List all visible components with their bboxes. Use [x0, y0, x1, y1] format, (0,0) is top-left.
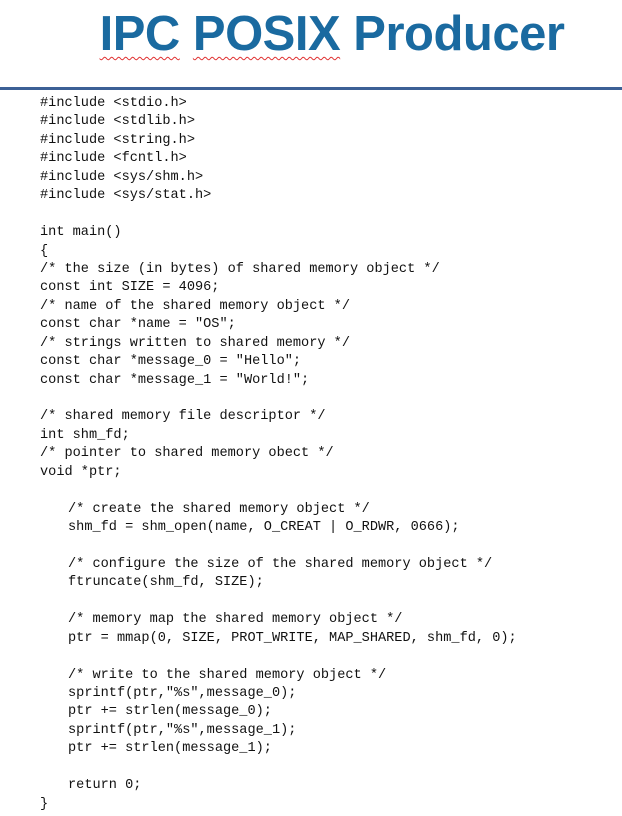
title-word-producer: Producer	[353, 7, 565, 61]
code-line: /* create the shared memory object */	[68, 501, 370, 517]
code-line: #include <fcntl.h>	[40, 151, 187, 167]
code-line: /* pointer to shared memory obect */	[40, 446, 334, 462]
code-line: /* shared memory file descriptor */	[40, 409, 326, 425]
code-line: }	[40, 796, 49, 812]
code-line: const char *name = "OS";	[40, 317, 236, 333]
code-line: #include <sys/shm.h>	[40, 169, 204, 185]
code-line: return 0;	[68, 778, 142, 794]
code-line: ptr = mmap(0, SIZE, PROT_WRITE, MAP_SHAR…	[68, 630, 517, 646]
code-line: ftruncate(shm_fd, SIZE);	[68, 575, 264, 591]
code-line: const char *message_1 = "World!";	[40, 372, 310, 388]
code-line: {	[40, 243, 49, 259]
code-line: /* memory map the shared memory object *…	[68, 612, 403, 628]
code-line: #include <string.h>	[40, 132, 195, 148]
code-listing: #include <stdio.h> #include <stdlib.h> #in…	[40, 95, 517, 814]
title-divider	[0, 87, 622, 90]
code-line: /* name of the shared memory object */	[40, 298, 350, 314]
title-word-posix: POSIX	[192, 7, 341, 61]
code-line: const char *message_0 = "Hello";	[40, 354, 302, 370]
code-line: /* configure the size of the shared memo…	[68, 556, 493, 572]
code-line: const int SIZE = 4096;	[40, 280, 220, 296]
title-word-ipc: IPC	[99, 7, 181, 61]
code-line: sprintf(ptr,"%s",message_0);	[68, 686, 297, 701]
code-line: #include <stdlib.h>	[40, 114, 195, 130]
code-line: int shm_fd;	[40, 427, 130, 443]
code-line: #include <sys/stat.h>	[40, 188, 212, 204]
code-line: ptr += strlen(message_1);	[68, 741, 272, 757]
code-line: /* strings written to shared memory */	[40, 335, 350, 351]
code-line: sprintf(ptr,"%s",message_1);	[68, 722, 297, 738]
code-line: /* the size (in bytes) of shared memory …	[40, 261, 440, 277]
code-line: void *ptr;	[40, 464, 122, 480]
code-line: shm_fd = shm_open(name, O_CREAT | O_RDWR…	[68, 520, 460, 536]
slide-title: IPC POSIX Producer	[0, 6, 622, 62]
code-line: /* write to the shared memory object */	[68, 667, 387, 683]
code-line: int main()	[40, 225, 122, 241]
code-line: #include <stdio.h>	[40, 96, 187, 111]
code-line: ptr += strlen(message_0);	[68, 704, 272, 720]
